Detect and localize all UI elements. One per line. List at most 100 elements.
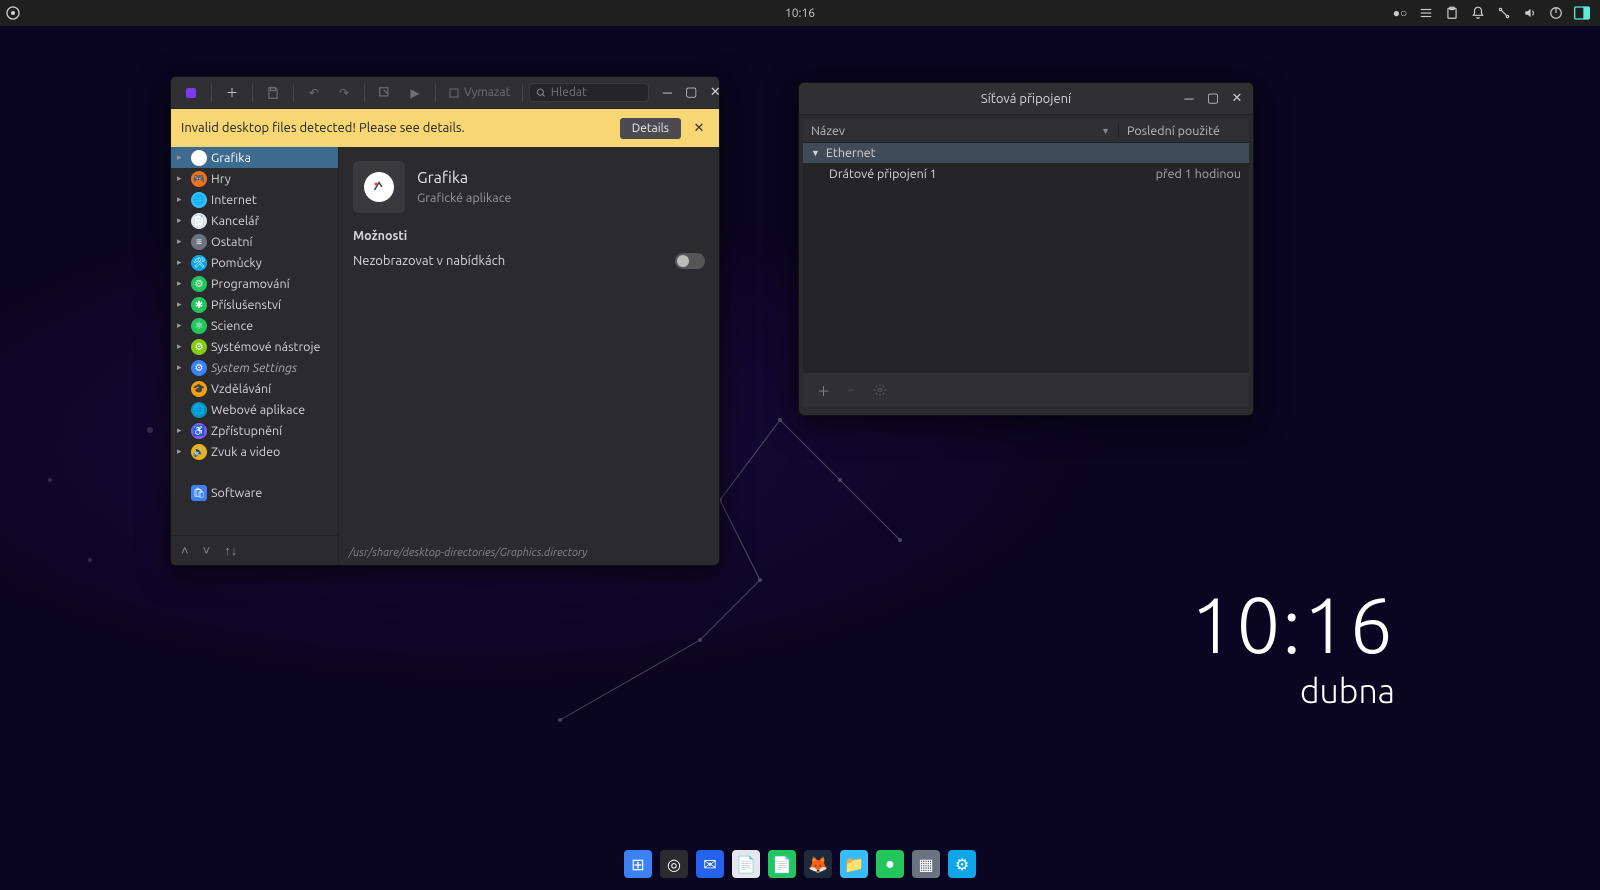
desktop-clock-date: dubna: [1190, 672, 1395, 710]
move-up-button[interactable]: ˄: [181, 543, 189, 558]
category-item[interactable]: ▸🌐Internet: [171, 189, 338, 210]
column-name-header[interactable]: Název▼: [803, 124, 1119, 138]
move-down-button[interactable]: ˅: [203, 543, 211, 558]
dock-app-grid[interactable]: ⊞: [624, 850, 652, 878]
desktop-clock-widget: 10:16 dubna: [1190, 580, 1395, 710]
add-button[interactable]: ＋: [218, 80, 246, 106]
distro-logo-icon[interactable]: [0, 5, 26, 21]
desktop-clock-time: 10:16: [1190, 580, 1395, 668]
redo-button[interactable]: ↷: [330, 80, 358, 106]
category-item[interactable]: ▸🎮Hry: [171, 168, 338, 189]
category-label: Systémové nástroje: [211, 340, 320, 354]
connection-row[interactable]: Drátové připojení 1před 1 hodinou: [803, 163, 1249, 185]
sort-button[interactable]: ↑↓: [224, 543, 237, 558]
category-label: Webové aplikace: [211, 403, 305, 417]
dock-budgie-logo[interactable]: ◎: [660, 850, 688, 878]
category-item[interactable]: 🛍Software: [171, 482, 338, 503]
dock-document[interactable]: 📄: [768, 850, 796, 878]
remove-connection-button[interactable]: −: [848, 383, 855, 397]
settings-button[interactable]: [873, 383, 887, 397]
category-label: Software: [211, 486, 262, 500]
network-icon[interactable]: [1496, 5, 1512, 21]
close-button[interactable]: ✕: [1225, 87, 1249, 111]
category-icon: 🛠: [191, 255, 207, 271]
category-label: Grafika: [211, 151, 251, 165]
clipboard-icon[interactable]: [1444, 5, 1460, 21]
dock: ⊞ ◎ ✉ 📄 📄 🦊 📁 ● ▦ ⚙: [616, 846, 984, 882]
category-icon: ⚙: [191, 276, 207, 292]
expand-arrow-icon: ▸: [177, 194, 187, 205]
file-path: /usr/share/desktop-directories/Graphics.…: [339, 541, 719, 565]
dock-settings[interactable]: ⚙: [948, 850, 976, 878]
bell-icon[interactable]: [1470, 5, 1486, 21]
dock-files[interactable]: 📁: [840, 850, 868, 878]
connection-last-used: před 1 hodinou: [1119, 167, 1241, 181]
category-icon: ⚛: [191, 318, 207, 334]
expand-arrow-icon: ▸: [177, 278, 187, 289]
launch-button[interactable]: [371, 80, 399, 106]
category-item[interactable]: 🌐Webové aplikace: [171, 399, 338, 420]
search-input[interactable]: [551, 86, 643, 99]
undo-button[interactable]: ↶: [300, 80, 328, 106]
expand-arrow-icon: ▸: [177, 236, 187, 247]
warning-banner: Invalid desktop files detected! Please s…: [171, 109, 719, 147]
search-icon: [536, 87, 546, 99]
volume-icon[interactable]: [1522, 5, 1538, 21]
save-button[interactable]: [259, 80, 287, 106]
network-titlebar[interactable]: Síťová připojení ─ ▢ ✕: [799, 83, 1253, 115]
search-box[interactable]: [529, 83, 649, 102]
category-item[interactable]: ▸⚙System Settings: [171, 357, 338, 378]
network-footer: ＋ −: [803, 373, 1249, 407]
dock-mail[interactable]: ✉: [696, 850, 724, 878]
category-label: Science: [211, 319, 253, 333]
category-icon: 🖌: [191, 150, 207, 166]
category-item[interactable]: ▸⚙Systémové nástroje: [171, 336, 338, 357]
expand-arrow-icon: ▸: [177, 173, 187, 184]
category-item[interactable]: ▸♿Zpřístupnění: [171, 420, 338, 441]
category-item[interactable]: ▸🖌Grafika: [171, 147, 338, 168]
minimize-button[interactable]: ─: [1177, 87, 1201, 111]
options-section-label: Možnosti: [339, 219, 719, 247]
column-last-used-header[interactable]: Poslední použité: [1119, 124, 1249, 138]
maximize-button[interactable]: ▢: [679, 81, 703, 105]
category-icon: 🎓: [191, 381, 207, 397]
sidebar-toggle-icon[interactable]: [1574, 5, 1590, 21]
close-button[interactable]: ✕: [703, 81, 720, 105]
category-item[interactable]: ▸🛠Pomůcky: [171, 252, 338, 273]
expand-arrow-icon: ▸: [177, 362, 187, 373]
menu-editor-titlebar[interactable]: ＋ ↶ ↷ ▶ Vymazat ─ ▢ ✕: [171, 77, 719, 109]
panel-clock[interactable]: 10:16: [785, 7, 815, 20]
category-item[interactable]: ▸✱Příslušenství: [171, 294, 338, 315]
category-icon[interactable]: [353, 161, 405, 213]
category-item[interactable]: ▸🔊Zvuk a video: [171, 441, 338, 462]
hide-in-menus-label: Nezobrazovat v nabídkách: [353, 254, 505, 268]
dock-terminal[interactable]: ●: [876, 850, 904, 878]
banner-close-button[interactable]: ✕: [689, 121, 709, 136]
run-button[interactable]: ▶: [401, 80, 429, 106]
category-label: Internet: [211, 193, 257, 207]
category-label: Příslušenství: [211, 298, 281, 312]
category-item[interactable]: ▸⚛Science: [171, 315, 338, 336]
minimize-button[interactable]: ─: [655, 81, 679, 105]
category-item[interactable]: ▸⚙Programování: [171, 273, 338, 294]
menu-icon[interactable]: [1418, 5, 1434, 21]
app-icon: [177, 80, 205, 106]
dock-firefox[interactable]: 🦊: [804, 850, 832, 878]
category-icon: ♿: [191, 423, 207, 439]
ethernet-group-row[interactable]: ▼ Ethernet: [803, 143, 1249, 163]
dock-text-editor[interactable]: 📄: [732, 850, 760, 878]
category-item[interactable]: 🎓 Vzdělávání: [171, 378, 338, 399]
dock-menu-editor[interactable]: ▦: [912, 850, 940, 878]
indicator-dots-icon[interactable]: ●○: [1392, 5, 1408, 21]
maximize-button[interactable]: ▢: [1201, 87, 1225, 111]
category-label: Pomůcky: [211, 256, 262, 270]
power-icon[interactable]: [1548, 5, 1564, 21]
add-connection-button[interactable]: ＋: [817, 381, 830, 400]
details-button[interactable]: Details: [620, 118, 681, 139]
clear-button[interactable]: Vymazat: [442, 80, 516, 106]
hide-in-menus-toggle[interactable]: [675, 253, 705, 269]
category-item[interactable]: ▸📄Kancelář: [171, 210, 338, 231]
category-item[interactable]: ▸≡Ostatní: [171, 231, 338, 252]
expand-arrow-icon: ▸: [177, 425, 187, 436]
category-label: Vzdělávání: [211, 382, 271, 396]
